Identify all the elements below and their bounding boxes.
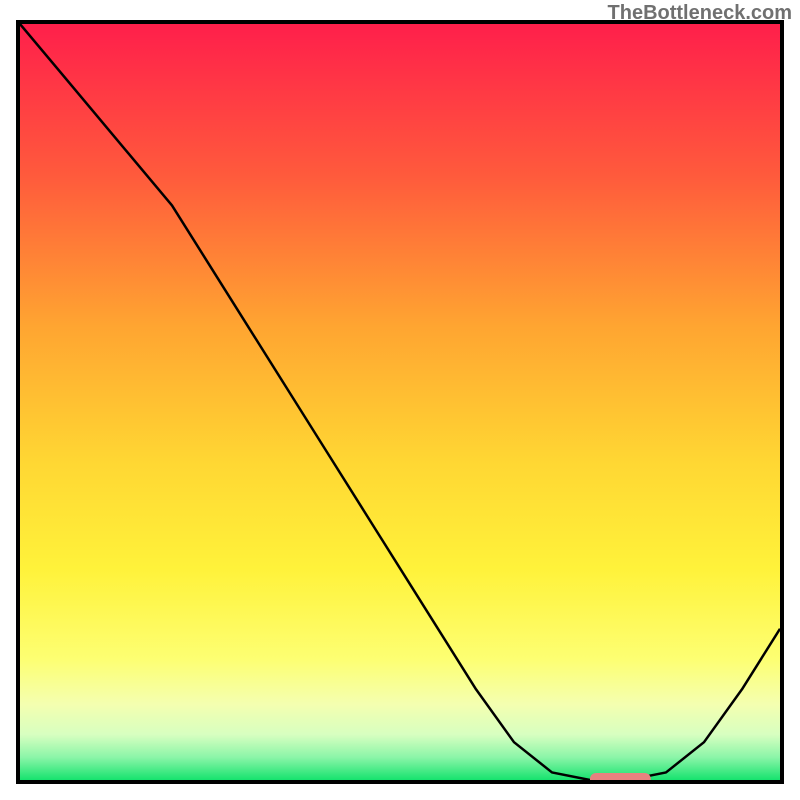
gradient-background bbox=[20, 24, 780, 780]
bottleneck-chart bbox=[0, 0, 800, 800]
chart-container: TheBottleneck.com bbox=[0, 0, 800, 800]
